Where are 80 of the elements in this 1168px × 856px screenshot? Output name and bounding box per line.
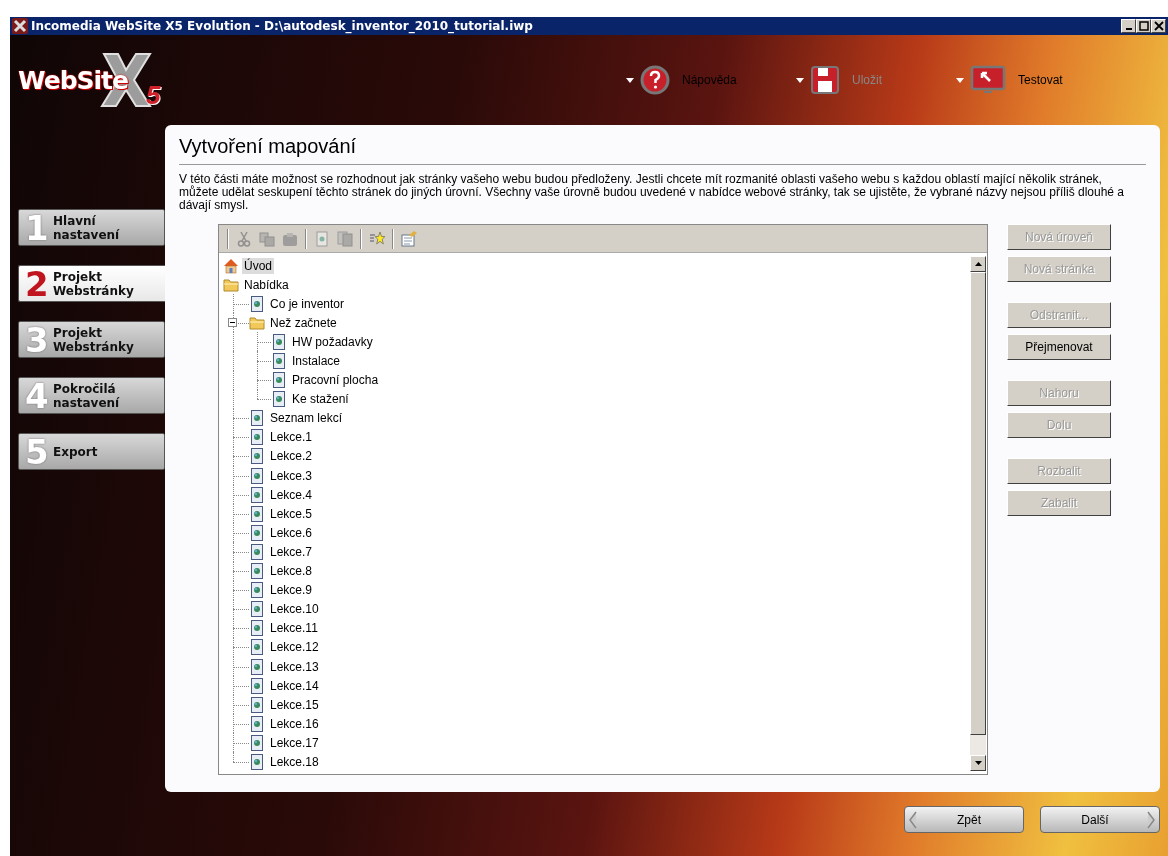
web-page-icon: [249, 658, 265, 675]
tree-item[interactable]: HW požadavky: [290, 333, 375, 350]
web-page-icon: [249, 448, 265, 465]
tree-item[interactable]: Lekce.16: [268, 715, 321, 732]
app-icon: [12, 18, 28, 34]
scrollbar[interactable]: [970, 256, 986, 771]
web-page-icon: [249, 677, 265, 694]
tree-item[interactable]: Co je inventor: [268, 295, 347, 312]
tree-item[interactable]: Lekce.1: [268, 429, 315, 446]
next-button[interactable]: Další: [1040, 806, 1160, 833]
maximize-icon: [1138, 21, 1149, 31]
minimize-icon: [1125, 28, 1132, 30]
web-page-icon: [249, 543, 265, 560]
tree-item[interactable]: Seznam lekcí: [268, 410, 345, 427]
tree-item[interactable]: Lekce.15: [268, 696, 321, 713]
collapse-toggle-icon[interactable]: [228, 318, 237, 328]
tree-item[interactable]: Nabídka: [242, 276, 291, 293]
right-arrow-icon: [1146, 809, 1156, 830]
tree-item[interactable]: Lekce.17: [268, 734, 321, 751]
web-page-icon: [249, 754, 265, 770]
maximize-button[interactable]: [1136, 19, 1151, 33]
web-page-icon: [249, 467, 265, 484]
web-page-icon: [249, 639, 265, 656]
properties-icon[interactable]: [401, 230, 417, 247]
help-icon[interactable]: [640, 65, 670, 95]
tree-item[interactable]: Lekce.10: [268, 601, 321, 618]
web-page-icon: [249, 620, 265, 637]
tree-item[interactable]: Lekce.8: [268, 563, 315, 580]
tree-item[interactable]: Lekce.13: [268, 658, 321, 675]
web-page-icon: [271, 353, 287, 369]
left-arrow-icon: [908, 809, 918, 830]
tree-item[interactable]: Lekce.6: [268, 524, 315, 541]
folder-icon: [223, 276, 239, 293]
web-page-icon: [249, 582, 265, 599]
page-title: Vytvoření mapování: [179, 131, 1146, 165]
close-button[interactable]: [1151, 19, 1166, 33]
web-page-icon: [249, 524, 265, 541]
tree-item[interactable]: Lekce.18: [268, 754, 321, 770]
web-page-icon: [271, 372, 287, 389]
tree-item[interactable]: Úvod: [242, 257, 274, 274]
web-page-icon: [249, 734, 265, 751]
web-page-icon: [249, 715, 265, 732]
action-label[interactable]: Testovat: [1018, 73, 1063, 87]
web-page-icon: [249, 486, 265, 503]
dropdown-arrow-icon[interactable]: [796, 77, 804, 83]
house-icon: [223, 257, 239, 274]
web-page-icon: [249, 563, 265, 580]
tree-item[interactable]: Lekce.2: [268, 448, 315, 465]
tree-item[interactable]: Lekce.14: [268, 677, 321, 694]
tree-item[interactable]: Instalace: [290, 353, 343, 369]
web-page-icon: [249, 505, 265, 522]
tree-item[interactable]: Lekce.3: [268, 467, 315, 484]
back-button[interactable]: Zpět: [904, 806, 1024, 833]
tree-item[interactable]: Lekce.7: [268, 543, 315, 560]
window-title: Incomedia WebSite X5 Evolution - D:\autodesk_inventor_2010_tutorial.iwp: [31, 19, 533, 33]
tree-item[interactable]: Lekce.9: [268, 582, 315, 599]
close-icon: [1153, 21, 1164, 31]
web-page-icon: [249, 696, 265, 713]
minimize-button[interactable]: [1121, 19, 1136, 33]
monitor-cursor-icon[interactable]: [970, 65, 1006, 95]
tree-item[interactable]: Pracovní plocha: [290, 372, 381, 389]
tree-item[interactable]: Lekce.12: [268, 639, 321, 656]
scroll-up-icon[interactable]: [974, 262, 982, 266]
tree-item[interactable]: Lekce.11: [268, 620, 320, 637]
tree-item[interactable]: Lekce.4: [268, 486, 315, 503]
tree-item[interactable]: Než začnete: [268, 314, 339, 331]
action-button[interactable]: Přejmenovat: [1007, 334, 1111, 360]
web-page-icon: [249, 295, 265, 312]
web-page-icon: [249, 410, 265, 427]
star-list-icon[interactable]: [369, 230, 385, 247]
web-page-icon: [249, 601, 265, 618]
web-page-icon: [271, 391, 287, 408]
scroll-down-icon[interactable]: [974, 761, 982, 765]
tree-item[interactable]: Ke stažení: [290, 391, 351, 408]
dropdown-arrow-icon[interactable]: [626, 77, 634, 83]
web-page-icon: [249, 429, 265, 446]
web-page-icon: [271, 333, 287, 350]
tree-item[interactable]: Lekce.5: [268, 505, 315, 522]
folder-icon: [249, 314, 265, 331]
description-text: V této části máte možnost se rozhodnout jak stránky vašeho webu budou předloženy. Jestli chcete mít rozmanité oblasti vašeho webu s každou oblastí mající několik stránek, můžete udělat seskupení těchto stránek do jiných úrovní. Všechny vaše úrovně budou uvedené v nabídce webové stránky, tak se ujistěte, že vybrané názvy nejsou příliš dlouhé a dávají smysl.: [179, 173, 1125, 212]
